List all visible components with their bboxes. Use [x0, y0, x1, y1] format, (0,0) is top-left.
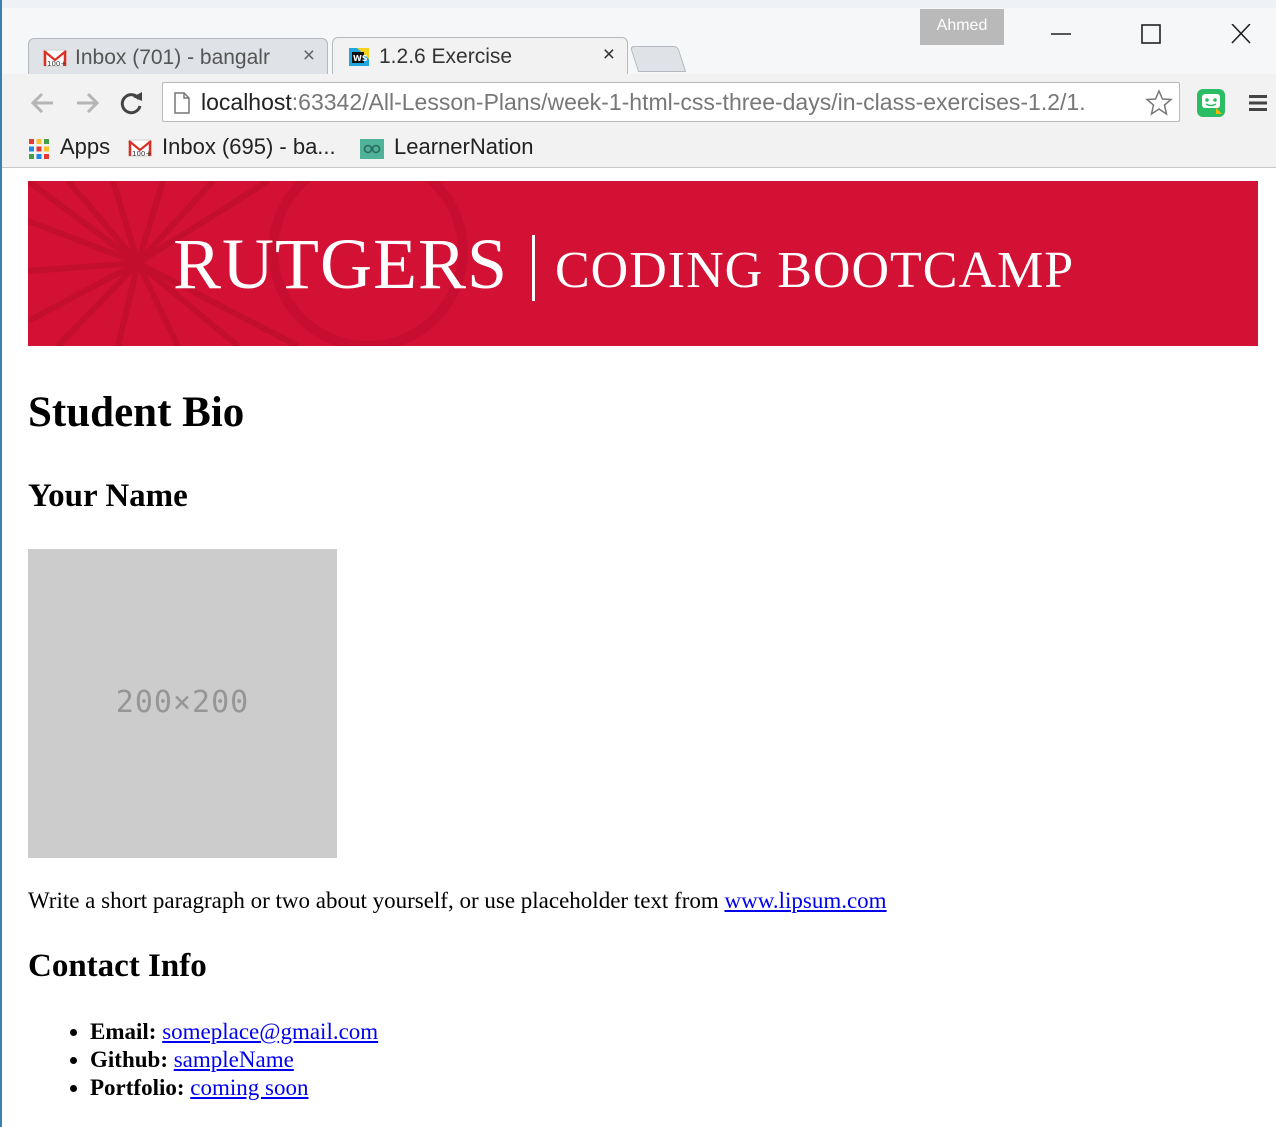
- name-heading: Your Name: [28, 478, 188, 514]
- profile-name: Ahmed: [936, 17, 988, 34]
- learnernation-icon: [360, 139, 384, 159]
- menu-icon[interactable]: [1246, 90, 1270, 116]
- bio-paragraph: Write a short paragraph or two about you…: [28, 888, 887, 914]
- address-bar[interactable]: localhost:63342/All-Lesson-Plans/week-1-…: [162, 82, 1180, 122]
- tab-title: 1.2.6 Exercise: [379, 45, 513, 68]
- rutgers-banner: RUTGERS CODING BOOTCAMP: [28, 181, 1258, 346]
- contact-label: Portfolio:: [90, 1075, 185, 1100]
- email-link[interactable]: someplace@gmail.com: [162, 1019, 378, 1044]
- minimize-button[interactable]: [1038, 16, 1082, 52]
- svg-text:WS: WS: [353, 54, 368, 63]
- minimize-icon: [1051, 33, 1071, 35]
- bookmark-inbox[interactable]: 100+ Inbox (695) - ba...: [128, 134, 348, 162]
- github-link[interactable]: sampleName: [174, 1047, 294, 1072]
- tab-close-icon[interactable]: ×: [303, 45, 315, 67]
- bookmark-label: Apps: [60, 134, 111, 159]
- bookmark-star-icon[interactable]: [1145, 89, 1173, 117]
- url-text: localhost:63342/All-Lesson-Plans/week-1-…: [201, 89, 1151, 116]
- brand-sub: CODING BOOTCAMP: [555, 242, 1075, 299]
- title-bar: [2, 0, 1276, 8]
- profile-button[interactable]: Ahmed: [920, 9, 1004, 45]
- reload-icon[interactable]: [116, 88, 146, 118]
- svg-text:100+: 100+: [132, 150, 151, 158]
- svg-text:100+: 100+: [47, 60, 66, 68]
- profile-image-placeholder: 200×200: [28, 549, 337, 858]
- apps-grid-icon: [29, 139, 49, 159]
- contact-list: Email: someplace@gmail.com Github: sampl…: [28, 1018, 378, 1102]
- close-icon: [1231, 24, 1251, 44]
- bookmark-learnernation[interactable]: LearnerNation: [360, 134, 550, 162]
- lipsum-link[interactable]: www.lipsum.com: [725, 888, 887, 913]
- maximize-button[interactable]: [1128, 16, 1172, 52]
- close-window-button[interactable]: [1218, 16, 1262, 52]
- bookmarks-bar: Apps 100+ Inbox (695) - ba... LearnerNat…: [2, 132, 1276, 168]
- gmail-icon: 100+: [43, 49, 67, 68]
- forward-icon[interactable]: [72, 88, 102, 118]
- webstorm-icon: WS: [349, 48, 369, 66]
- gmail-icon: 100+: [128, 139, 152, 158]
- bio-text: Write a short paragraph or two about you…: [28, 888, 725, 913]
- contact-label: Email:: [90, 1019, 157, 1044]
- tab-title: Inbox (701) - bangalr: [75, 46, 270, 69]
- toolbar: localhost:63342/All-Lesson-Plans/week-1-…: [2, 74, 1276, 132]
- tab-inbox[interactable]: 100+ Inbox (701) - bangalr ×: [28, 38, 328, 74]
- url-host: localhost: [201, 89, 292, 115]
- extension-icon[interactable]: [1196, 88, 1226, 118]
- bookmark-label: Inbox (695) - ba...: [162, 134, 336, 159]
- url-path: :63342/All-Lesson-Plans/week-1-html-css-…: [291, 89, 1086, 115]
- bookmark-apps[interactable]: Apps: [28, 134, 118, 162]
- tab-strip: Ahmed 100+ Inbox (701) - bangalr × WS 1.…: [2, 0, 1276, 80]
- brand-divider: [532, 235, 535, 301]
- new-tab-button[interactable]: [629, 46, 687, 72]
- brand-main: RUTGERS: [173, 224, 509, 304]
- browser-window: Ahmed 100+ Inbox (701) - bangalr × WS 1.…: [0, 0, 1276, 1127]
- tab-exercise[interactable]: WS 1.2.6 Exercise ×: [332, 37, 628, 75]
- contact-github: Github: sampleName: [90, 1046, 378, 1074]
- contact-label: Github:: [90, 1047, 168, 1072]
- placeholder-size-label: 200×200: [115, 685, 250, 720]
- back-icon[interactable]: [28, 88, 58, 118]
- portfolio-link[interactable]: coming soon: [190, 1075, 308, 1100]
- tab-close-icon[interactable]: ×: [603, 44, 615, 66]
- contact-portfolio: Portfolio: coming soon: [90, 1074, 378, 1102]
- bookmark-label: LearnerNation: [394, 134, 534, 159]
- page-title: Student Bio: [28, 389, 245, 436]
- maximize-icon: [1141, 24, 1161, 44]
- contact-email: Email: someplace@gmail.com: [90, 1018, 378, 1046]
- contact-heading: Contact Info: [28, 948, 207, 984]
- page-icon: [174, 92, 190, 114]
